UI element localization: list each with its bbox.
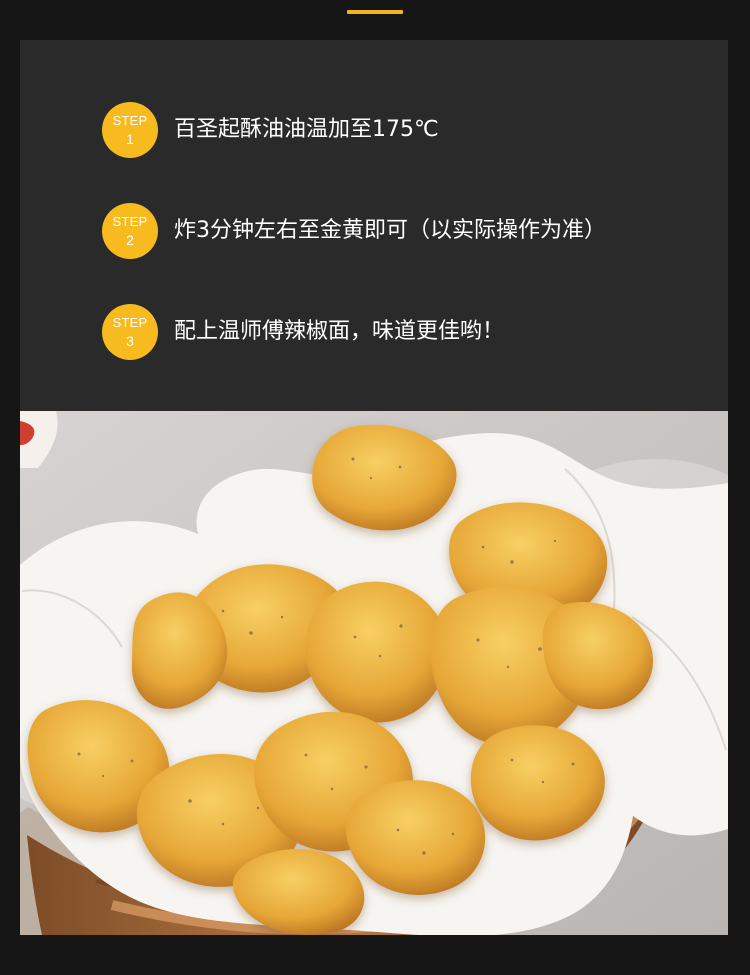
top-accent-bar xyxy=(347,10,403,14)
step-3: STEP 3 配上温师傅辣椒面，味道更佳哟！ xyxy=(102,304,504,360)
step-badge: STEP 2 xyxy=(102,203,158,259)
step-instruction: 百圣起酥油油温加至175℃ xyxy=(174,117,439,142)
step-1: STEP 1 百圣起酥油油温加至175℃ xyxy=(102,102,439,158)
fried-chicken-photo xyxy=(20,411,728,935)
step-badge: STEP 1 xyxy=(102,102,158,158)
step-instruction: 炸3分钟左右至金黄即可（以实际操作为准） xyxy=(174,218,606,243)
step-badge-label: STEP xyxy=(112,214,148,229)
step-badge-number: 3 xyxy=(126,333,134,349)
step-badge-number: 1 xyxy=(126,131,134,147)
step-badge-number: 2 xyxy=(126,232,134,248)
step-badge-label: STEP xyxy=(112,315,148,330)
step-2: STEP 2 炸3分钟左右至金黄即可（以实际操作为准） xyxy=(102,203,606,259)
step-badge-label: STEP xyxy=(112,113,148,128)
step-instruction: 配上温师傅辣椒面，味道更佳哟！ xyxy=(174,319,505,344)
steps-panel: STEP 1 百圣起酥油油温加至175℃ STEP 2 炸3分钟左右至金黄即可（… xyxy=(20,40,728,411)
step-badge: STEP 3 xyxy=(102,304,158,360)
food-photo-icon xyxy=(20,411,728,935)
